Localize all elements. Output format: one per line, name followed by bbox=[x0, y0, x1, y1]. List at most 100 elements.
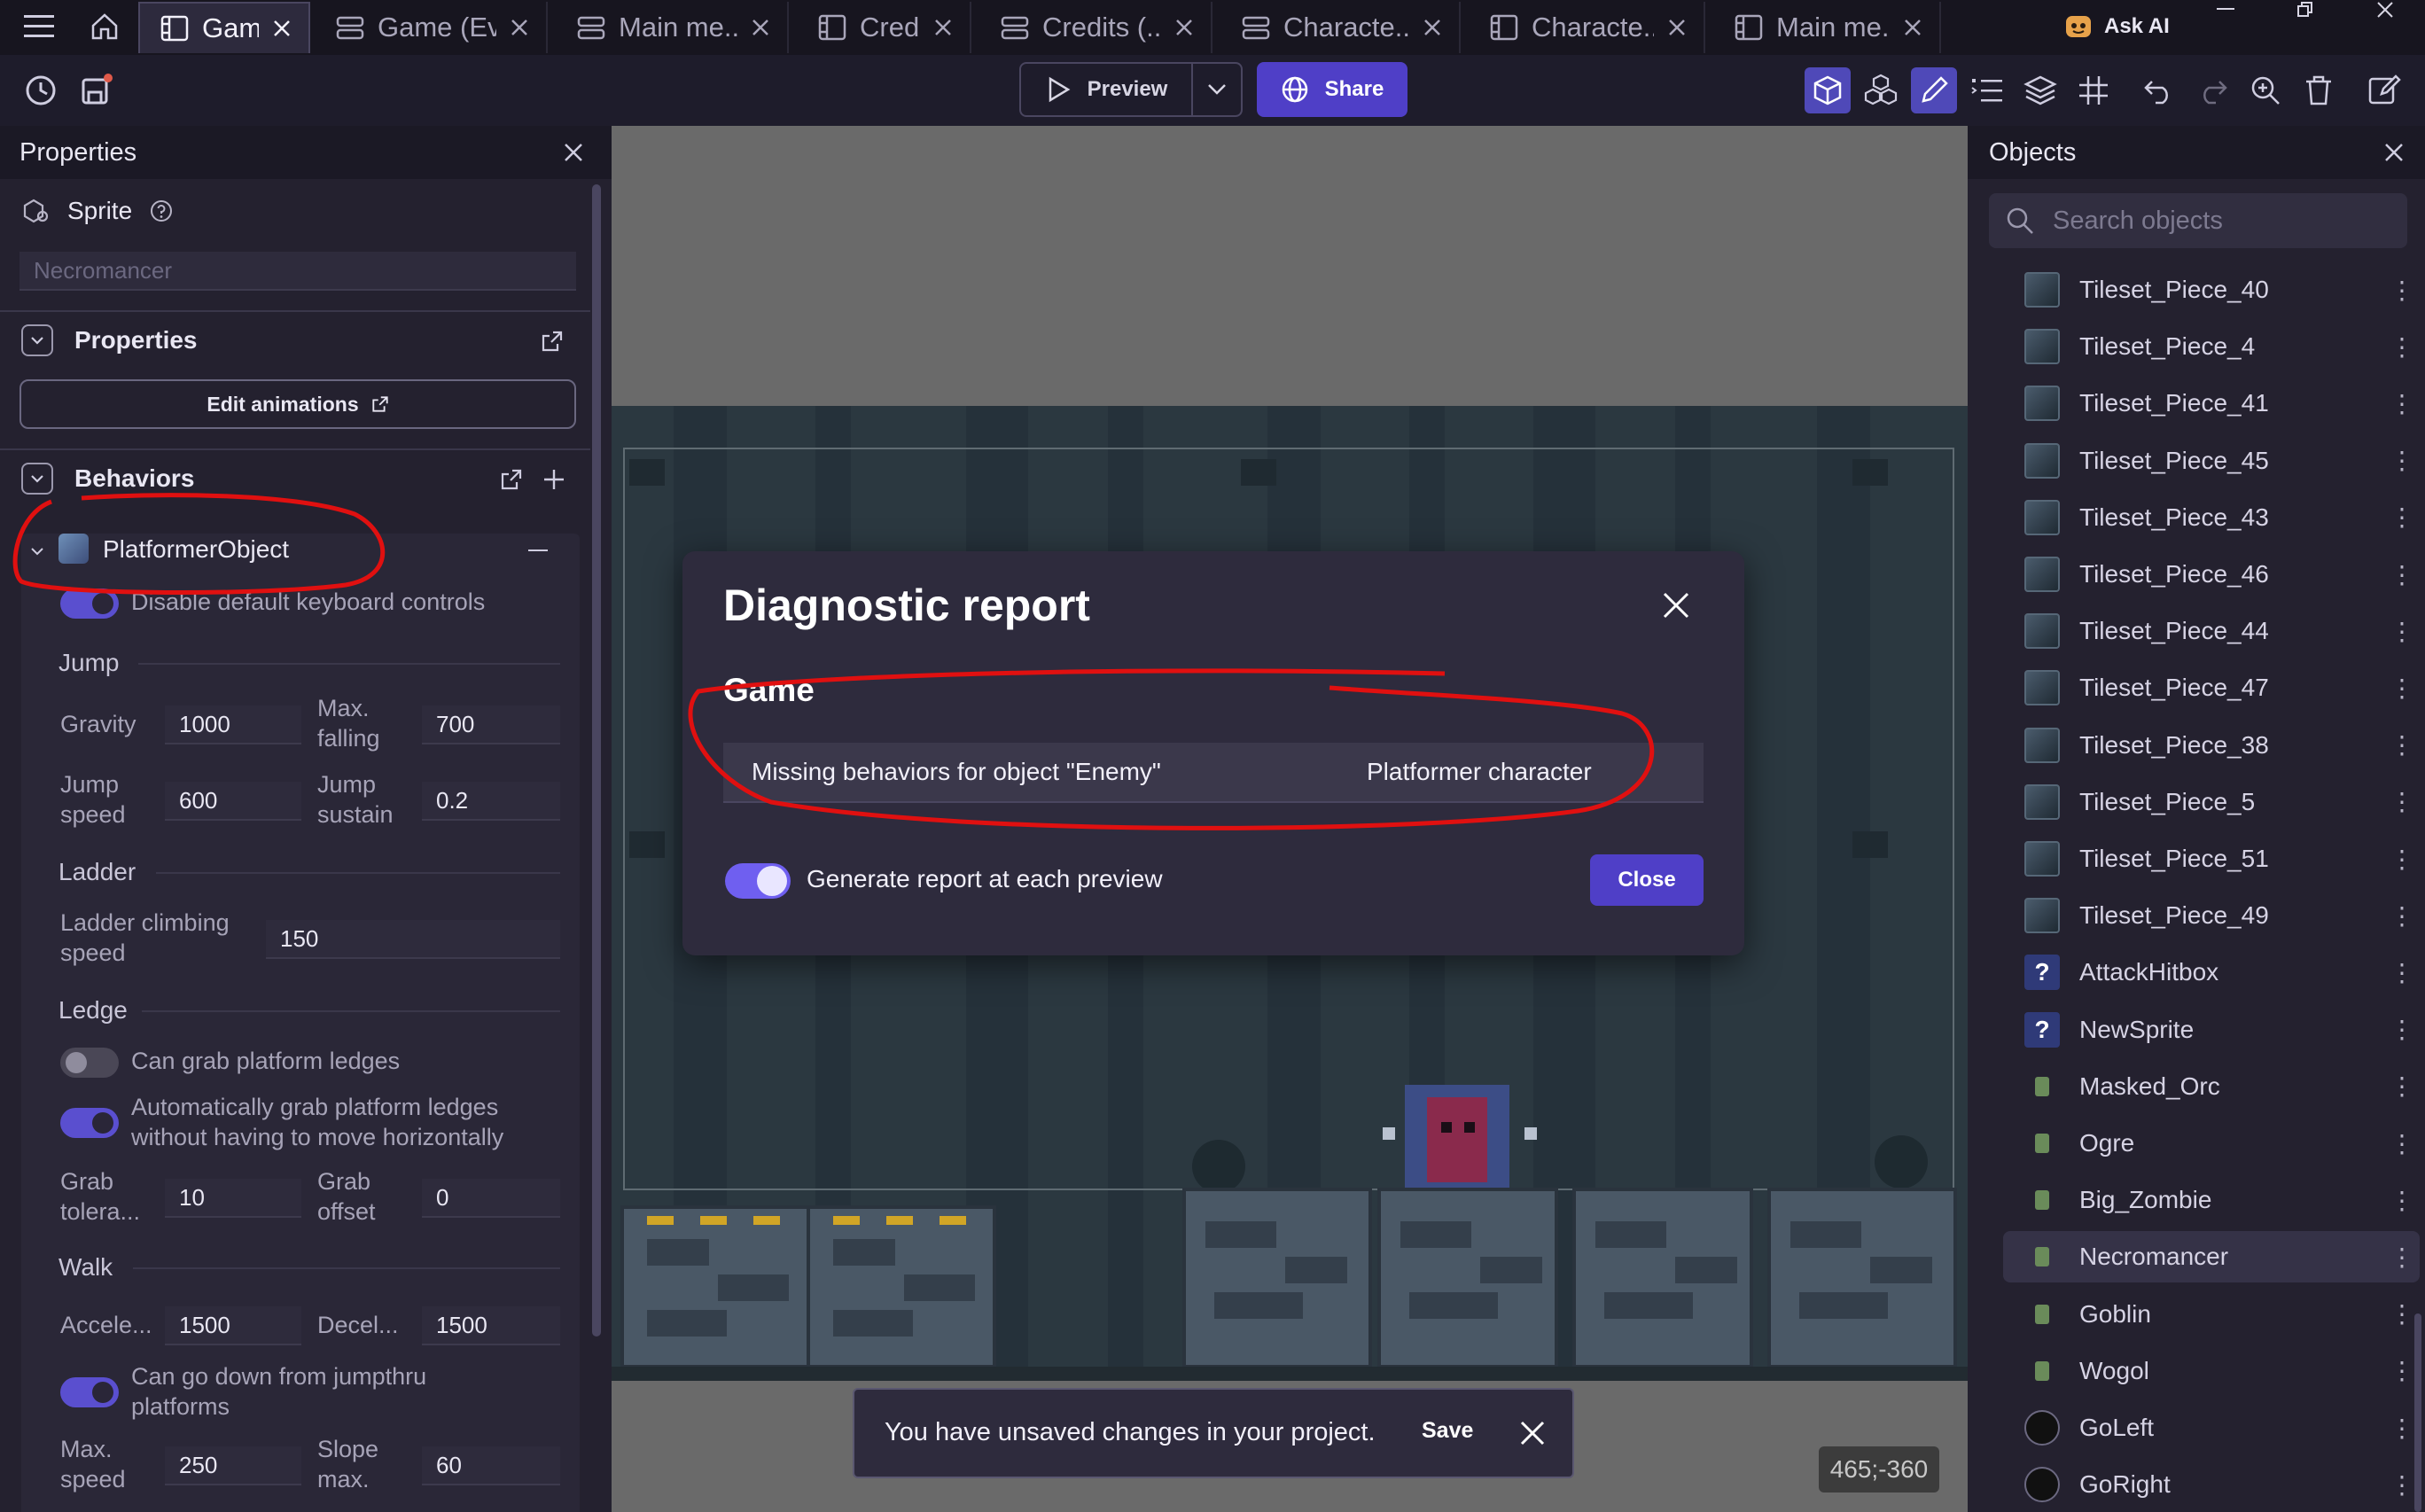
properties-scrollbar[interactable] bbox=[592, 184, 601, 1337]
zoom-icon[interactable] bbox=[2242, 67, 2289, 113]
open-external-icon[interactable] bbox=[500, 468, 523, 495]
more-options-icon[interactable]: ⋮ bbox=[2384, 901, 2420, 931]
more-options-icon[interactable]: ⋮ bbox=[2384, 276, 2420, 305]
object-list-item[interactable]: Necromancer ⋮ bbox=[2003, 1231, 2420, 1283]
grid-icon[interactable] bbox=[2070, 67, 2117, 113]
objects-list[interactable]: Tileset_Piece_40 ⋮ Tileset_Piece_4 ⋮ Tileset… bbox=[1968, 259, 2425, 1512]
edit-animations-button[interactable]: Edit animations bbox=[19, 379, 576, 429]
max-falling-input[interactable]: 700 bbox=[422, 705, 560, 744]
close-icon[interactable] bbox=[2384, 140, 2404, 169]
max-speed-input[interactable]: 250 bbox=[165, 1446, 301, 1485]
grab-offset-input[interactable]: 0 bbox=[422, 1179, 560, 1218]
layers-icon[interactable] bbox=[2017, 67, 2063, 113]
tab-6[interactable]: Characte... bbox=[1470, 2, 1705, 53]
objects-scrollbar[interactable] bbox=[2414, 1313, 2421, 1512]
more-options-icon[interactable]: ⋮ bbox=[2384, 1129, 2420, 1158]
share-button[interactable]: Share bbox=[1257, 62, 1407, 117]
auto-grab-toggle[interactable] bbox=[60, 1108, 119, 1138]
ask-ai-button[interactable]: Ask AI bbox=[2063, 5, 2170, 48]
close-tab-icon[interactable] bbox=[507, 15, 532, 40]
close-icon[interactable] bbox=[1512, 1413, 1553, 1454]
object-list-item[interactable]: Tileset_Piece_38 ⋮ bbox=[2003, 720, 2420, 771]
object-list-item[interactable]: Goblin ⋮ bbox=[2003, 1289, 2420, 1340]
close-icon[interactable] bbox=[1654, 583, 1698, 627]
save-icon[interactable] bbox=[73, 67, 119, 113]
object-list-item[interactable]: Tileset_Piece_40 ⋮ bbox=[2003, 264, 2420, 316]
gravity-input[interactable]: 1000 bbox=[165, 705, 301, 744]
tab-3[interactable]: Credits bbox=[798, 2, 971, 53]
properties-scroll-area[interactable]: Sprite Necromancer Properties Edit anima… bbox=[0, 179, 590, 1512]
jumpthru-toggle[interactable] bbox=[60, 1377, 119, 1407]
collapse-toggle-icon[interactable] bbox=[21, 463, 53, 495]
jump-sustain-input[interactable]: 0.2 bbox=[422, 782, 560, 821]
properties-section-header[interactable]: Properties bbox=[21, 324, 198, 356]
object-list-item[interactable]: Tileset_Piece_49 ⋮ bbox=[2003, 890, 2420, 941]
more-options-icon[interactable]: ⋮ bbox=[2384, 787, 2420, 816]
object-list-item[interactable]: Masked_Orc ⋮ bbox=[2003, 1061, 2420, 1112]
search-objects-input[interactable]: Search objects bbox=[1989, 193, 2407, 248]
more-options-icon[interactable]: ⋮ bbox=[2384, 958, 2420, 987]
generate-report-toggle[interactable] bbox=[725, 863, 791, 899]
remove-behavior-icon[interactable] bbox=[528, 549, 548, 551]
properties-panel-icon[interactable] bbox=[1911, 67, 1957, 113]
tab-2[interactable]: Main me... bbox=[557, 2, 789, 53]
ladder-climb-input[interactable]: 150 bbox=[266, 920, 560, 959]
help-icon[interactable] bbox=[150, 199, 173, 222]
acceleration-input[interactable]: 1500 bbox=[165, 1306, 301, 1345]
more-options-icon[interactable]: ⋮ bbox=[2384, 560, 2420, 589]
tab-7[interactable]: Main me... bbox=[1714, 2, 1941, 53]
object-list-item[interactable]: Tileset_Piece_51 ⋮ bbox=[2003, 833, 2420, 885]
close-tab-icon[interactable] bbox=[748, 15, 773, 40]
close-tab-icon[interactable] bbox=[1172, 15, 1197, 40]
object-list-item[interactable]: Tileset_Piece_5 ⋮ bbox=[2003, 776, 2420, 828]
home-icon[interactable] bbox=[83, 5, 126, 48]
object-list-item[interactable]: Tileset_Piece_47 ⋮ bbox=[2003, 662, 2420, 713]
object-list-item[interactable]: Tileset_Piece_45 ⋮ bbox=[2003, 435, 2420, 487]
more-options-icon[interactable]: ⋮ bbox=[2384, 845, 2420, 874]
close-tab-icon[interactable] bbox=[1900, 15, 1925, 40]
more-options-icon[interactable]: ⋮ bbox=[2384, 674, 2420, 703]
object-list-item[interactable]: Tileset_Piece_44 ⋮ bbox=[2003, 605, 2420, 657]
tab-0[interactable]: Game bbox=[138, 2, 310, 53]
chevron-down-icon[interactable] bbox=[30, 544, 44, 560]
grab-tolerance-input[interactable]: 10 bbox=[165, 1179, 301, 1218]
close-tab-icon[interactable] bbox=[1665, 15, 1689, 40]
more-options-icon[interactable]: ⋮ bbox=[2384, 446, 2420, 475]
objects-panel-icon[interactable] bbox=[1805, 67, 1851, 113]
open-external-icon[interactable] bbox=[541, 330, 564, 357]
more-options-icon[interactable]: ⋮ bbox=[2384, 1015, 2420, 1044]
collapse-toggle-icon[interactable] bbox=[21, 324, 53, 356]
hamburger-menu-icon[interactable] bbox=[18, 5, 60, 48]
close-button[interactable]: Close bbox=[1590, 854, 1704, 906]
edit-scene-properties-icon[interactable] bbox=[2361, 67, 2407, 113]
close-tab-icon[interactable] bbox=[1420, 15, 1445, 40]
more-options-icon[interactable]: ⋮ bbox=[2384, 332, 2420, 362]
deceleration-input[interactable]: 1500 bbox=[422, 1306, 560, 1345]
grab-ledges-toggle[interactable] bbox=[60, 1048, 119, 1078]
behaviors-section-header[interactable]: Behaviors bbox=[21, 463, 194, 495]
tab-4[interactable]: Credits (... bbox=[980, 2, 1212, 53]
preview-options-button[interactable] bbox=[1193, 64, 1241, 115]
delete-icon[interactable] bbox=[2296, 67, 2342, 113]
object-list-item[interactable]: GoRight ⋮ bbox=[2003, 1459, 2420, 1510]
object-list-item[interactable]: ? NewSprite ⋮ bbox=[2003, 1004, 2420, 1056]
object-list-item[interactable]: Ogre ⋮ bbox=[2003, 1118, 2420, 1169]
instances-list-icon[interactable] bbox=[1964, 67, 2010, 113]
snackbar-save-button[interactable]: Save bbox=[1422, 1418, 1473, 1444]
object-list-item[interactable]: Tileset_Piece_46 ⋮ bbox=[2003, 549, 2420, 600]
object-list-item[interactable]: Tileset_Piece_4 ⋮ bbox=[2003, 321, 2420, 372]
close-tab-icon[interactable] bbox=[931, 15, 955, 40]
disable-keyboard-toggle[interactable] bbox=[60, 588, 119, 619]
undo-icon[interactable] bbox=[2136, 67, 2182, 113]
tab-5[interactable]: Characte... bbox=[1221, 2, 1461, 53]
more-options-icon[interactable]: ⋮ bbox=[2384, 1243, 2420, 1272]
preview-button[interactable]: Preview bbox=[1021, 64, 1193, 115]
close-icon[interactable] bbox=[564, 140, 583, 169]
object-list-item[interactable]: Tileset_Piece_43 ⋮ bbox=[2003, 492, 2420, 543]
close-window-icon[interactable] bbox=[2345, 0, 2425, 19]
more-options-icon[interactable]: ⋮ bbox=[2384, 503, 2420, 532]
object-groups-icon[interactable] bbox=[1858, 67, 1904, 113]
minimize-window-icon[interactable] bbox=[2186, 0, 2265, 19]
more-options-icon[interactable]: ⋮ bbox=[2384, 1072, 2420, 1101]
object-list-item[interactable]: GoLeft ⋮ bbox=[2003, 1402, 2420, 1454]
